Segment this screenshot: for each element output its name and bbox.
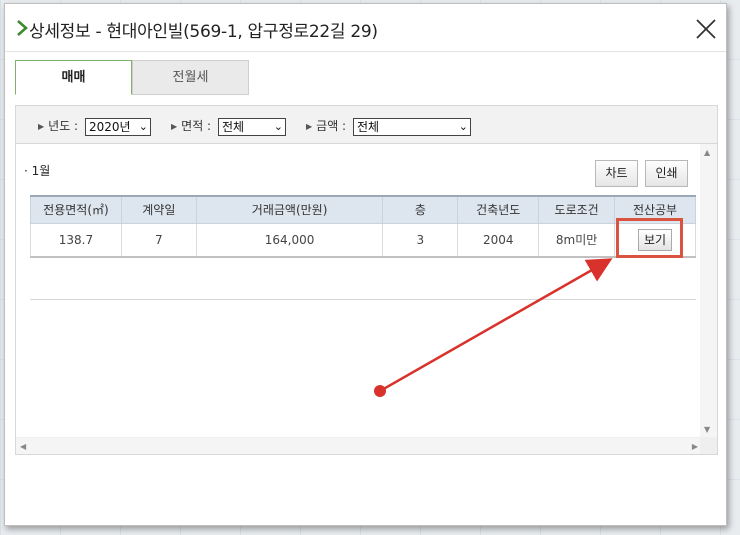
scroll-down-icon[interactable]: ▼: [704, 425, 710, 434]
detail-dialog: 상세정보 - 현대아인빌(569-1, 압구정로22길 29) 매매 전월세 ▶…: [4, 3, 727, 526]
cell-price: 164,000: [195, 222, 384, 258]
filter-year: ▶ 년도 : 2020년 ⌄: [38, 117, 151, 136]
cell-floor: 3: [382, 222, 459, 258]
column-header: 전용면적(㎡): [30, 195, 122, 224]
table-header-row: 전용면적(㎡) 계약일 거래금액(만원) 층 건축년도 도로조건 전산공부: [30, 195, 696, 224]
highlight-box: [616, 218, 683, 258]
tab-sale[interactable]: 매매: [15, 60, 132, 95]
cell-built: 2004: [457, 222, 540, 258]
dialog-titlebar: 상세정보 - 현대아인빌(569-1, 압구정로22길 29): [5, 4, 726, 52]
chart-button[interactable]: 차트: [595, 160, 638, 187]
chevron-right-icon: [17, 20, 28, 36]
area-select[interactable]: 전체 ⌄: [217, 117, 286, 136]
filter-price-label: 금액 :: [316, 119, 347, 133]
tab-rent[interactable]: 전월세: [132, 60, 249, 95]
scroll-corner: [700, 437, 717, 454]
close-icon[interactable]: [694, 17, 718, 41]
price-select[interactable]: 전체 ⌄: [352, 117, 471, 136]
filter-area: ▶ 면적 : 전체 ⌄: [171, 117, 286, 136]
triangle-right-icon: ▶: [38, 122, 45, 131]
cell-day: 7: [120, 222, 197, 258]
transactions-table: 전용면적(㎡) 계약일 거래금액(만원) 층 건축년도 도로조건 전산공부 13…: [30, 195, 696, 258]
column-header: 거래금액(만원): [195, 195, 384, 224]
scroll-left-icon[interactable]: ◀: [20, 442, 26, 451]
column-header: 건축년도: [457, 195, 540, 224]
print-button[interactable]: 인쇄: [645, 160, 688, 187]
filter-area-label: 면적 :: [181, 119, 212, 133]
scroll-right-icon[interactable]: ▶: [692, 442, 698, 451]
triangle-right-icon: ▶: [171, 122, 178, 131]
chevron-down-icon: ⌄: [138, 119, 148, 133]
filter-price: ▶ 금액 : 전체 ⌄: [306, 117, 471, 136]
chevron-down-icon: ⌄: [273, 119, 283, 133]
table-row: 138.7 7 164,000 3 2004 8m미만 보기: [30, 222, 696, 258]
month-label: · 1월: [24, 164, 51, 178]
cell-area: 138.7: [30, 222, 122, 258]
column-header: 도로조건: [538, 195, 616, 224]
triangle-right-icon: ▶: [306, 122, 313, 131]
vertical-scrollbar[interactable]: ▲ ▼: [700, 144, 717, 438]
year-select[interactable]: 2020년 ⌄: [84, 117, 151, 136]
filter-bar: ▶ 년도 : 2020년 ⌄ ▶ 면적 : 전체 ⌄ ▶ 금액 : 전체 ⌄: [15, 105, 718, 144]
horizontal-scrollbar[interactable]: ◀ ▶: [16, 437, 702, 454]
scroll-up-icon[interactable]: ▲: [704, 148, 710, 157]
filter-year-label: 년도 :: [48, 119, 79, 133]
column-header: 계약일: [120, 195, 197, 224]
year-select-value: 2020년: [88, 119, 131, 134]
chevron-down-icon: ⌄: [458, 119, 468, 133]
dialog-title: 상세정보 - 현대아인빌(569-1, 압구정로22길 29): [29, 22, 378, 42]
area-select-value: 전체: [221, 119, 245, 134]
results-panel: · 1월 차트 인쇄 전용면적(㎡) 계약일 거래금액(만원) 층 건축년도 도…: [15, 144, 718, 455]
price-select-value: 전체: [356, 119, 380, 134]
column-header: 층: [382, 195, 459, 224]
divider: [30, 299, 696, 300]
cell-road: 8m미만: [538, 222, 616, 258]
